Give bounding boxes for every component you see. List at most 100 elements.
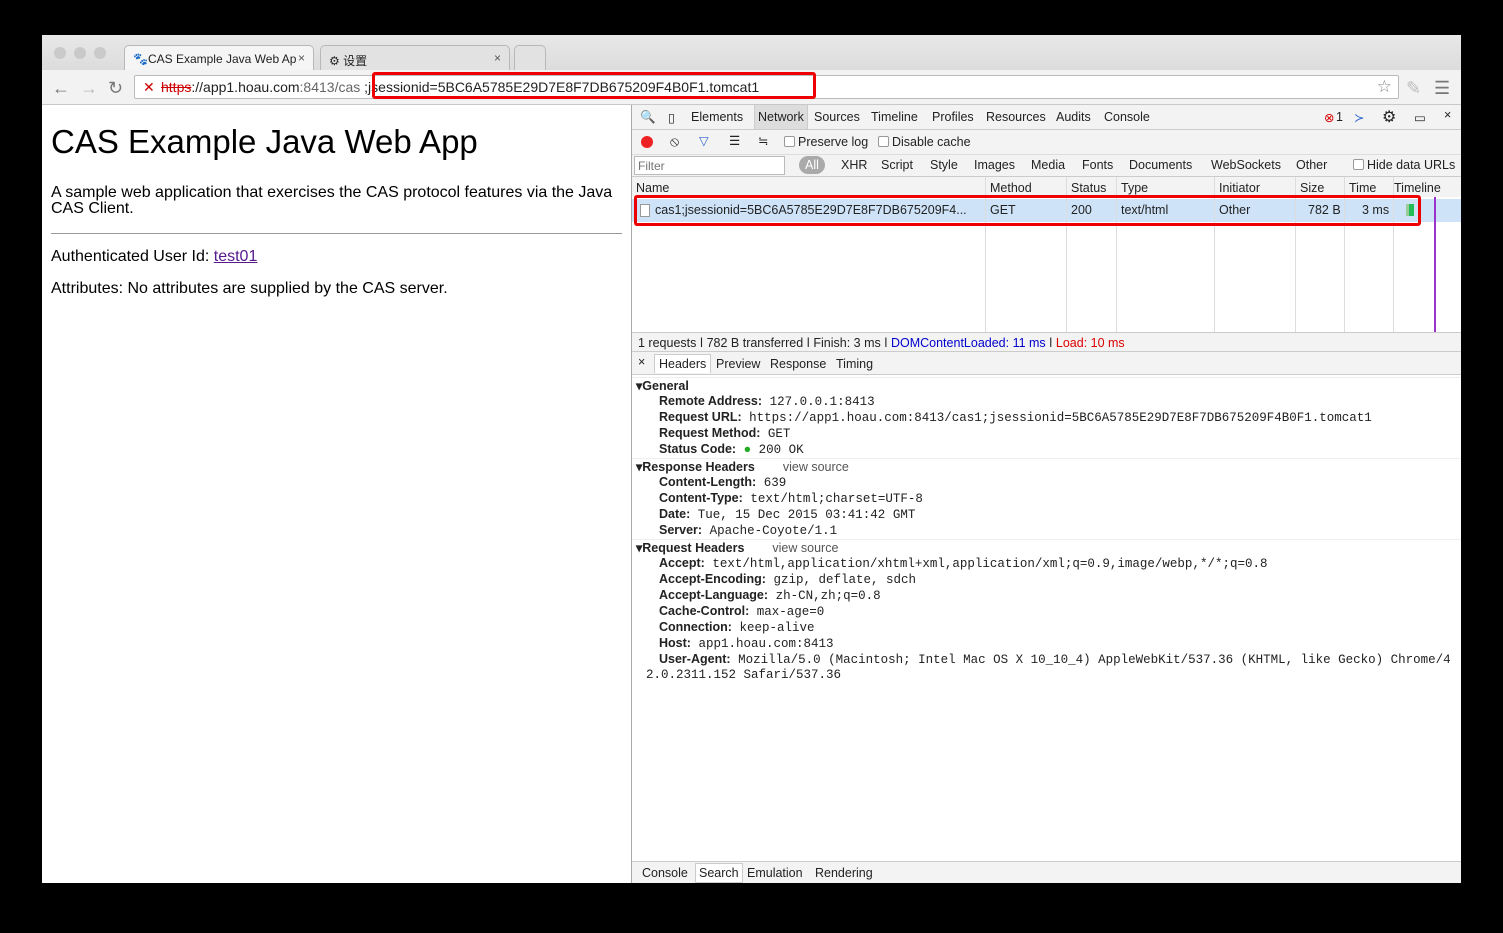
col-status[interactable]: Status xyxy=(1071,181,1106,195)
close-window-button[interactable] xyxy=(54,47,66,59)
col-size[interactable]: Size xyxy=(1300,181,1324,195)
header-item: Accept-Encoding: gzip, deflate, sdch xyxy=(659,572,916,587)
panel-tab-elements[interactable]: Elements xyxy=(691,110,743,124)
filter-bar: All XHR Script Style Images Media Fonts … xyxy=(632,155,1461,177)
browser-window: 🐾CAS Example Java Web Ap × ⚙ 设置 × ← → ↻ ✕ … xyxy=(42,35,1461,883)
divider xyxy=(51,233,622,234)
header-item: Host: app1.hoau.com:8413 xyxy=(659,636,834,651)
view-source-link[interactable]: view source xyxy=(772,541,838,555)
col-name[interactable]: Name xyxy=(636,181,669,195)
web-page: CAS Example Java Web App A sample web ap… xyxy=(42,105,631,883)
type-filter-script[interactable]: Script xyxy=(881,158,913,172)
new-tab-button[interactable] xyxy=(514,45,546,70)
type-filter-style[interactable]: Style xyxy=(930,158,958,172)
drawer-tabs: Console Search Emulation Rendering xyxy=(632,861,1461,883)
col-time[interactable]: Time xyxy=(1349,181,1376,195)
panel-tab-network[interactable]: Network xyxy=(754,105,808,129)
extension-icon[interactable]: ✎ xyxy=(1406,78,1421,99)
back-icon[interactable]: ← xyxy=(52,78,70,99)
user-link[interactable]: test01 xyxy=(214,248,258,265)
filter-input[interactable] xyxy=(634,156,785,175)
panel-tab-timeline[interactable]: Timeline xyxy=(871,110,918,124)
type-filter-all[interactable]: All xyxy=(799,156,825,174)
gear-icon: ⚙ xyxy=(329,54,344,68)
type-filter-fonts[interactable]: Fonts xyxy=(1082,158,1113,172)
drawer-tab-search[interactable]: Search xyxy=(695,863,743,883)
type-filter-other[interactable]: Other xyxy=(1296,158,1327,172)
network-summary: 1 requests ǀ 782 B transferred ǀ Finish:… xyxy=(632,332,1461,352)
dock-icon[interactable]: ▭ xyxy=(1414,110,1426,125)
toolbar: ← → ↻ ✕ https://app1.hoau.com:8413/cas ;… xyxy=(42,70,1461,105)
header-item: Accept-Language: zh-CN,zh;q=0.8 xyxy=(659,588,881,603)
drawer-tab-rendering[interactable]: Rendering xyxy=(815,866,873,880)
preserve-log-checkbox[interactable]: Preserve log xyxy=(784,135,868,149)
status-ok-icon: ● xyxy=(743,443,752,457)
header-item: Status Code: ● 200 OK xyxy=(659,442,804,457)
error-icon[interactable]: ⊗ xyxy=(1324,110,1334,125)
col-type[interactable]: Type xyxy=(1121,181,1148,195)
minimize-window-button[interactable] xyxy=(74,47,86,59)
col-initiator[interactable]: Initiator xyxy=(1219,181,1260,195)
request-headers-toggle[interactable]: ▾Request Headers view source xyxy=(632,539,1461,556)
bookmark-star-icon[interactable]: ☆ xyxy=(1377,77,1392,97)
highlight-box xyxy=(372,72,816,99)
tab-response[interactable]: Response xyxy=(770,357,826,371)
forward-icon[interactable]: → xyxy=(80,78,98,99)
hide-data-urls-checkbox[interactable]: Hide data URLs xyxy=(1353,158,1455,172)
tab-timing[interactable]: Timing xyxy=(836,357,873,371)
tab-cas-example[interactable]: 🐾CAS Example Java Web Ap × xyxy=(124,45,314,70)
close-detail-icon[interactable]: × xyxy=(638,355,645,369)
header-item: Date: Tue, 15 Dec 2015 03:41:42 GMT xyxy=(659,507,916,522)
request-detail-tabs: × Headers Preview Response Timing xyxy=(632,352,1461,375)
zoom-window-button[interactable] xyxy=(94,47,106,59)
panel-tab-profiles[interactable]: Profiles xyxy=(932,110,974,124)
panel-tab-sources[interactable]: Sources xyxy=(814,110,860,124)
console-drawer-icon[interactable]: ≻ xyxy=(1354,110,1364,125)
header-item: Remote Address: 127.0.0.1:8413 xyxy=(659,394,875,409)
network-table-header: Name Method Status Type Initiator Size T… xyxy=(632,177,1461,197)
panel-tab-resources[interactable]: Resources xyxy=(986,110,1046,124)
page-description: A sample web application that exercises … xyxy=(51,184,613,217)
disable-cache-checkbox[interactable]: Disable cache xyxy=(878,135,971,149)
col-timeline[interactable]: Timeline xyxy=(1394,181,1441,195)
reload-icon[interactable]: ↻ xyxy=(108,78,123,99)
filter-icon[interactable]: ▽ xyxy=(699,133,709,148)
list-view-icon[interactable]: ☰ xyxy=(729,133,740,148)
favicon-icon: 🐾 xyxy=(133,52,148,66)
tab-preview[interactable]: Preview xyxy=(716,357,760,371)
search-icon[interactable]: 🔍 xyxy=(640,110,656,125)
device-mode-icon[interactable]: ▯ xyxy=(668,110,675,125)
drawer-tab-console[interactable]: Console xyxy=(642,866,688,880)
drawer-tab-emulation[interactable]: Emulation xyxy=(747,866,803,880)
header-item: Cache-Control: max-age=0 xyxy=(659,604,825,619)
type-filter-media[interactable]: Media xyxy=(1031,158,1065,172)
general-section-toggle[interactable]: ▾General xyxy=(632,377,1461,394)
record-icon[interactable] xyxy=(641,136,653,148)
panel-tab-audits[interactable]: Audits xyxy=(1056,110,1091,124)
attributes-text: Attributes: No attributes are supplied b… xyxy=(51,280,448,297)
close-tab-icon[interactable]: × xyxy=(298,51,305,65)
type-filter-xhr[interactable]: XHR xyxy=(841,158,867,172)
header-item: Connection: keep-alive xyxy=(659,620,815,635)
header-item: Request Method: GET xyxy=(659,426,791,441)
view-source-link[interactable]: view source xyxy=(783,460,849,474)
page-title: CAS Example Java Web App xyxy=(51,123,478,160)
headers-detail: ▾General Remote Address: 127.0.0.1:8413 R… xyxy=(632,377,1461,684)
close-tab-icon[interactable]: × xyxy=(494,51,501,65)
clear-icon[interactable]: ⦸ xyxy=(670,133,679,150)
devtools-panel-tabs: 🔍 ▯ Elements Network Sources Timeline Pr… xyxy=(632,105,1461,130)
tab-settings[interactable]: ⚙ 设置 × xyxy=(320,45,510,70)
close-devtools-icon[interactable]: × xyxy=(1444,108,1451,122)
settings-gear-icon[interactable]: ⚙ xyxy=(1382,107,1396,127)
tab-bar: 🐾CAS Example Java Web Ap × ⚙ 设置 × xyxy=(42,35,1461,70)
header-item: Content-Length: 639 xyxy=(659,475,787,490)
menu-icon[interactable]: ☰ xyxy=(1434,78,1450,99)
col-method[interactable]: Method xyxy=(990,181,1032,195)
overview-icon[interactable]: ≒ xyxy=(758,133,769,148)
tab-headers[interactable]: Headers xyxy=(654,354,712,373)
response-headers-toggle[interactable]: ▾Response Headers view source xyxy=(632,458,1461,475)
type-filter-documents[interactable]: Documents xyxy=(1129,158,1192,172)
type-filter-websockets[interactable]: WebSockets xyxy=(1211,158,1281,172)
type-filter-images[interactable]: Images xyxy=(974,158,1015,172)
panel-tab-console[interactable]: Console xyxy=(1104,110,1150,124)
